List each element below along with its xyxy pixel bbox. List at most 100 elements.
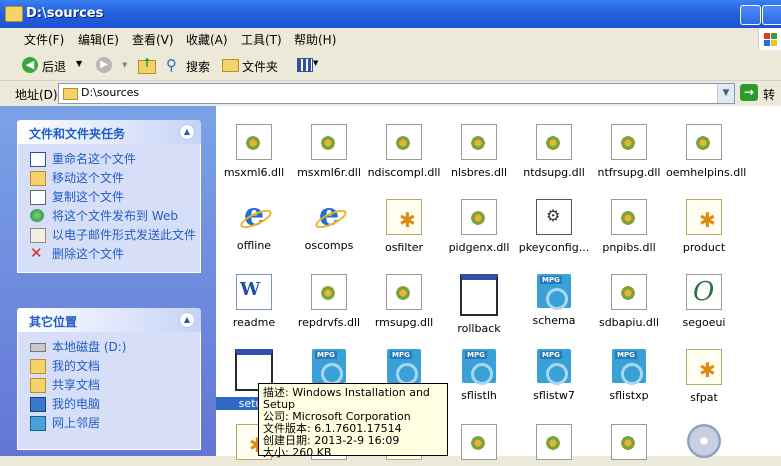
forward-button[interactable]: ▶: [96, 57, 112, 73]
file-item[interactable]: pnpibs.dll: [591, 199, 667, 254]
copy-icon: [30, 190, 46, 205]
back-button[interactable]: ◀ 后退 ▼: [20, 54, 90, 76]
place-my-computer[interactable]: 我的电脑: [18, 395, 200, 414]
task-label: 以电子邮件形式发送此文件: [52, 228, 197, 242]
dll-file-icon: [611, 124, 647, 160]
file-name: ntdsupg.dll: [523, 166, 585, 179]
file-item[interactable]: readme: [216, 274, 292, 329]
file-name: msxml6r.dll: [297, 166, 361, 179]
globe-icon: [30, 209, 44, 222]
place-label: 我的电脑: [52, 397, 101, 411]
place-label: 网上邻居: [52, 416, 101, 430]
file-item[interactable]: msxml6.dll: [216, 124, 292, 179]
file-item[interactable]: [516, 424, 592, 466]
file-item[interactable]: sflistw7: [516, 349, 592, 402]
file-name: sflistxp: [609, 389, 649, 402]
dll-file-icon: [461, 424, 497, 460]
menu-tools[interactable]: 工具(T): [241, 31, 282, 48]
views-icon: [297, 58, 313, 72]
file-item[interactable]: osfilter: [366, 199, 442, 254]
address-bar: 地址(D) D:\sources ▼ → 转到: [0, 81, 781, 119]
file-item[interactable]: sdbapiu.dll: [591, 274, 667, 329]
file-item[interactable]: [591, 424, 667, 466]
file-name: sdbapiu.dll: [598, 316, 660, 329]
place-network[interactable]: 网上邻居: [18, 414, 200, 433]
folders-button[interactable]: 文件夹: [222, 54, 284, 76]
file-item[interactable]: oemhelpins.dll: [666, 124, 747, 179]
task-move[interactable]: 移动这个文件: [18, 169, 200, 188]
file-name: rollback: [457, 322, 501, 335]
task-email[interactable]: 以电子邮件形式发送此文件: [18, 226, 200, 245]
search-icon: ⚲: [166, 56, 177, 74]
menu-edit[interactable]: 编辑(E): [78, 31, 119, 48]
file-item[interactable]: nlsbres.dll: [441, 124, 517, 179]
dll-file-icon: [461, 199, 497, 235]
app-file-icon: [460, 274, 498, 316]
place-local-disk[interactable]: 本地磁盘 (D:): [18, 338, 200, 357]
file-item[interactable]: pidgenx.dll: [441, 199, 517, 254]
delete-x-icon: ✕: [30, 244, 43, 262]
views-button[interactable]: ▼: [297, 58, 319, 72]
collapse-icon[interactable]: ▲: [179, 124, 195, 140]
folder-icon: [5, 6, 23, 22]
cfg-file-icon: [686, 199, 722, 235]
collapse-icon[interactable]: ▲: [179, 312, 195, 328]
maximize-button[interactable]: [762, 5, 781, 25]
task-publish-web[interactable]: 将这个文件发布到 Web: [18, 207, 200, 226]
file-tasks-header[interactable]: 文件和文件夹任务 ▲: [17, 120, 201, 144]
ie-file-icon: [237, 195, 271, 233]
menu-help[interactable]: 帮助(H): [294, 31, 336, 48]
chevron-down-icon[interactable]: ▼: [717, 84, 734, 103]
task-delete[interactable]: ✕ 删除这个文件: [18, 245, 200, 264]
place-shared-documents[interactable]: 共享文档: [18, 376, 200, 395]
file-item[interactable]: ntdsupg.dll: [516, 124, 592, 179]
menu-file[interactable]: 文件(F): [24, 31, 64, 48]
file-item[interactable]: pkeyconfig...: [516, 199, 592, 254]
up-folder-button[interactable]: ↑: [137, 56, 156, 74]
file-name: ndiscompl.dll: [367, 166, 441, 179]
file-item[interactable]: [441, 424, 517, 466]
menu-favorites[interactable]: 收藏(A): [186, 31, 228, 48]
task-copy[interactable]: 复制这个文件: [18, 188, 200, 207]
file-name: oemhelpins.dll: [666, 166, 747, 179]
task-label: 重命名这个文件: [52, 152, 137, 166]
minimize-button[interactable]: [740, 5, 761, 25]
place-my-documents[interactable]: 我的文档: [18, 357, 200, 376]
task-rename[interactable]: 重命名这个文件: [18, 150, 200, 169]
file-name: pnpibs.dll: [602, 241, 656, 254]
other-places-header[interactable]: 其它位置 ▲: [17, 308, 201, 332]
file-item[interactable]: segoeui: [666, 274, 742, 329]
file-item[interactable]: schema: [516, 274, 592, 327]
search-button[interactable]: ⚲ 搜索: [166, 54, 216, 76]
file-item[interactable]: repdrvfs.dll: [291, 274, 367, 329]
address-input[interactable]: D:\sources ▼: [58, 83, 735, 104]
go-arrow-icon[interactable]: →: [740, 84, 758, 101]
file-item[interactable]: [666, 424, 742, 464]
file-item[interactable]: sflistlh: [441, 349, 517, 402]
file-item[interactable]: ntfrsupg.dll: [591, 124, 667, 179]
dll-file-icon: [611, 424, 647, 460]
menu-view[interactable]: 查看(V): [132, 31, 174, 48]
file-item[interactable]: ndiscompl.dll: [366, 124, 442, 179]
dll-file-icon: [311, 274, 347, 310]
file-tasks-panel: 文件和文件夹任务 ▲ 重命名这个文件 移动这个文件 复制这个文件 将这个文件发布…: [17, 120, 201, 273]
documents-folder-icon: [30, 359, 46, 374]
task-label: 将这个文件发布到 Web: [52, 209, 178, 223]
other-places-panel: 其它位置 ▲ 本地磁盘 (D:) 我的文档 共享文档 我的电脑 网上邻居: [17, 308, 201, 450]
drive-icon: [30, 343, 46, 352]
chevron-down-icon[interactable]: ▼: [122, 61, 127, 69]
file-name: rmsupg.dll: [374, 316, 434, 329]
file-name: sfpat: [690, 391, 718, 404]
file-item[interactable]: sflistxp: [591, 349, 667, 402]
file-item[interactable]: msxml6r.dll: [291, 124, 367, 179]
mpg-file-icon: [387, 349, 421, 385]
file-item[interactable]: oscomps: [291, 195, 367, 252]
file-item[interactable]: rmsupg.dll: [366, 274, 442, 329]
file-item[interactable]: rollback: [441, 274, 517, 335]
file-item[interactable]: product: [666, 199, 742, 254]
file-name: pidgenx.dll: [448, 241, 510, 254]
folder-icon: [63, 88, 78, 100]
file-item[interactable]: sfpat: [666, 349, 742, 404]
file-item[interactable]: offline: [216, 195, 292, 252]
file-info-tooltip: 描述: Windows Installation and Setup 公司: M…: [258, 383, 448, 459]
